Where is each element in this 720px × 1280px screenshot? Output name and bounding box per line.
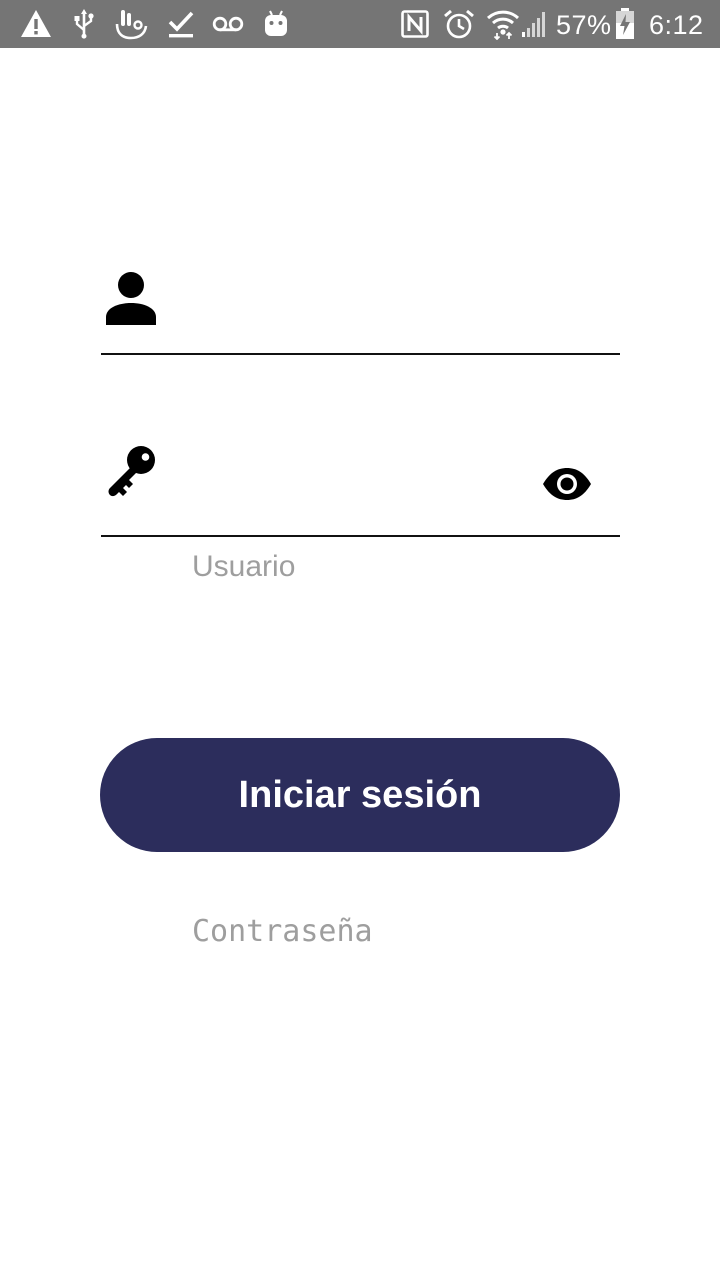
person-icon — [104, 270, 158, 326]
touch-gesture-icon — [114, 8, 150, 40]
signal-icon — [521, 8, 549, 40]
eye-icon[interactable] — [541, 466, 593, 502]
nfc-icon — [400, 8, 430, 40]
username-underline — [101, 353, 620, 355]
voicemail-icon — [211, 8, 245, 40]
login-screen: 57% 6:12 Usuario Iniciar sesión — [0, 0, 720, 1280]
battery-charging-icon — [615, 8, 635, 40]
warning-icon — [19, 8, 53, 40]
status-time: 6:12 — [649, 10, 704, 40]
username-field — [101, 262, 620, 590]
password-field — [101, 444, 620, 954]
battery-percent: 57% — [556, 10, 612, 40]
username-input[interactable] — [192, 544, 592, 590]
password-input[interactable] — [192, 908, 532, 954]
password-underline — [101, 535, 620, 537]
usb-icon — [72, 8, 96, 40]
status-bar: 57% 6:12 — [0, 0, 720, 48]
alarm-icon — [443, 8, 475, 40]
key-icon — [104, 444, 158, 498]
android-icon — [262, 8, 290, 40]
check-icon — [167, 8, 195, 40]
wifi-icon — [486, 8, 520, 40]
login-button[interactable]: Iniciar sesión — [100, 738, 620, 852]
